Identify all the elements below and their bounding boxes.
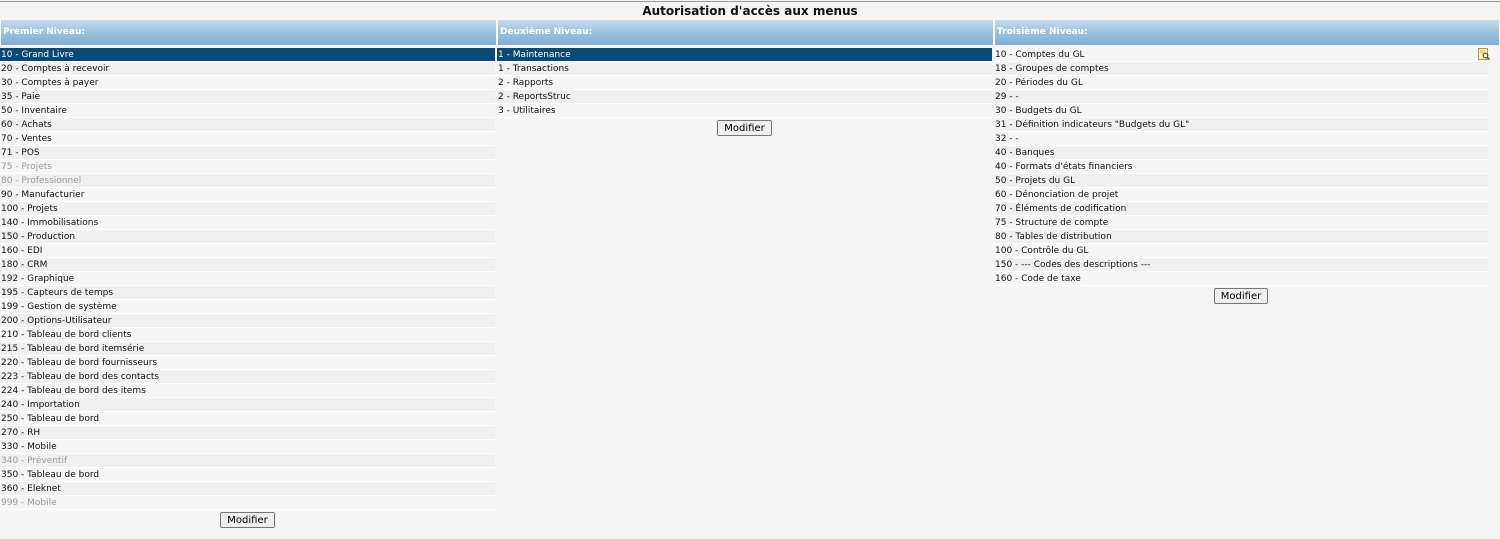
list-item[interactable]: 31 - Définition indicateurs "Budgets du …: [994, 118, 1488, 132]
list-item[interactable]: 20 - Comptes à recevoir: [0, 62, 495, 76]
list-item[interactable]: 240 - Importation: [0, 398, 495, 412]
list-item[interactable]: 80 - Tables de distribution: [994, 230, 1488, 244]
level2-modify-button[interactable]: Modifier: [717, 120, 772, 136]
list-item[interactable]: 180 - CRM: [0, 258, 495, 272]
list-item[interactable]: 70 - Ventes: [0, 132, 495, 146]
list-item[interactable]: 40 - Banques: [994, 146, 1488, 160]
list-item[interactable]: 29 - -: [994, 90, 1488, 104]
page-title: Autorisation d'accès aux menus: [642, 4, 858, 18]
list-item[interactable]: 195 - Capteurs de temps: [0, 286, 495, 300]
list-item[interactable]: 75 - Structure de compte: [994, 216, 1488, 230]
list-item[interactable]: 40 - Formats d'états financiers: [994, 160, 1488, 174]
list-item[interactable]: 80 - Professionnel: [0, 174, 495, 188]
list-item[interactable]: 150 - Production: [0, 230, 495, 244]
list-item[interactable]: 20 - Périodes du GL: [994, 76, 1488, 90]
list-item[interactable]: 50 - Inventaire: [0, 104, 495, 118]
level2-header: Deuxième Niveau:: [497, 20, 994, 45]
list-item[interactable]: 224 - Tableau de bord des items: [0, 384, 495, 398]
list-item[interactable]: 160 - EDI: [0, 244, 495, 258]
list-item[interactable]: 1 - Transactions: [497, 62, 992, 76]
list-item[interactable]: 30 - Comptes à payer: [0, 76, 495, 90]
list-item[interactable]: 360 - Eleknet: [0, 482, 495, 496]
list-item[interactable]: 215 - Tableau de bord itemsérie: [0, 342, 495, 356]
list-item[interactable]: 18 - Groupes de comptes: [994, 62, 1488, 76]
list-item[interactable]: 10 - Comptes du GL: [994, 48, 1488, 62]
list-item[interactable]: 100 - Projets: [0, 202, 495, 216]
level3-list: 10 - Comptes du GL 18 - Groupes de compte…: [994, 48, 1500, 286]
list-item[interactable]: 10 - Grand Livre: [0, 48, 495, 62]
list-item[interactable]: 200 - Options-Utilisateur: [0, 314, 495, 328]
list-item[interactable]: 140 - Immobilisations: [0, 216, 495, 230]
level1-list: 10 - Grand Livre 20 - Comptes à recevoir 3…: [0, 48, 497, 510]
list-item[interactable]: 90 - Manufacturier: [0, 188, 495, 202]
list-item[interactable]: 35 - Paie: [0, 90, 495, 104]
level2-column: Deuxième Niveau: 1 - Maintenance 1 - Tran…: [497, 20, 994, 136]
list-item[interactable]: 70 - Éléments de codification: [994, 202, 1488, 216]
list-item[interactable]: 60 - Dénonciation de projet: [994, 188, 1488, 202]
level2-list: 1 - Maintenance 1 - Transactions 2 - Rappo…: [497, 48, 994, 118]
list-item[interactable]: 350 - Tableau de bord: [0, 468, 495, 482]
list-item[interactable]: 340 - Préventif: [0, 454, 495, 468]
list-item[interactable]: 160 - Code de taxe: [994, 272, 1488, 286]
list-item[interactable]: 330 - Mobile: [0, 440, 495, 454]
list-item[interactable]: 2 - ReportsStruc: [497, 90, 992, 104]
zoom-icon[interactable]: [1478, 48, 1490, 60]
list-item[interactable]: 32 - -: [994, 132, 1488, 146]
list-item[interactable]: 223 - Tableau de bord des contacts: [0, 370, 495, 384]
list-item[interactable]: 150 - --- Codes des descriptions ---: [994, 258, 1488, 272]
list-item[interactable]: 270 - RH: [0, 426, 495, 440]
list-item[interactable]: 100 - Contrôle du GL: [994, 244, 1488, 258]
list-item[interactable]: 210 - Tableau de bord clients: [0, 328, 495, 342]
list-item[interactable]: 30 - Budgets du GL: [994, 104, 1488, 118]
list-item[interactable]: 192 - Graphique: [0, 272, 495, 286]
level3-header: Troisième Niveau:: [994, 20, 1500, 45]
list-item[interactable]: 3 - Utilitaires: [497, 104, 992, 118]
level1-header: Premier Niveau:: [0, 20, 497, 45]
list-item[interactable]: 199 - Gestion de système: [0, 300, 495, 314]
list-item[interactable]: 71 - POS: [0, 146, 495, 160]
top-border: [0, 1, 1500, 2]
list-item[interactable]: 75 - Projets: [0, 160, 495, 174]
list-item[interactable]: 250 - Tableau de bord: [0, 412, 495, 426]
level3-column: Troisième Niveau: 10 - Comptes du GL 18 -…: [994, 20, 1500, 304]
level3-modify-button[interactable]: Modifier: [1213, 288, 1269, 304]
list-item[interactable]: 1 - Maintenance: [497, 48, 992, 62]
list-item[interactable]: 50 - Projets du GL: [994, 174, 1488, 188]
list-item[interactable]: 220 - Tableau de bord fournisseurs: [0, 356, 495, 370]
list-item[interactable]: 999 - Mobile: [0, 496, 495, 510]
list-item[interactable]: 60 - Achats: [0, 118, 495, 132]
level1-modify-button[interactable]: Modifier: [220, 512, 275, 528]
level1-column: Premier Niveau: 10 - Grand Livre 20 - Com…: [0, 20, 497, 528]
list-item[interactable]: 2 - Rapports: [497, 76, 992, 90]
